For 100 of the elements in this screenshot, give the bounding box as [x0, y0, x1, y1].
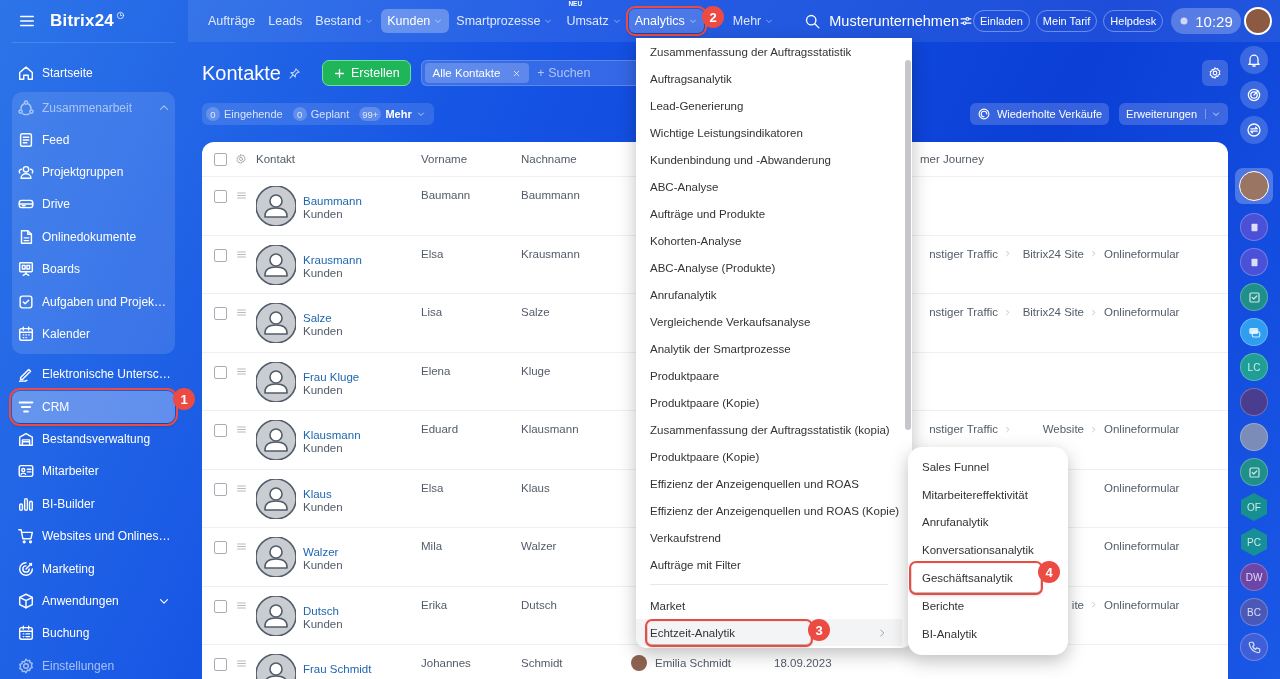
contact-link[interactable]: Dutsch	[303, 604, 343, 617]
nav-tab[interactable]: Aufträge	[202, 9, 262, 33]
row-checkbox[interactable]	[214, 248, 227, 262]
menu-item[interactable]: Kundenbindung und -Abwanderung	[636, 146, 835, 173]
menu-item[interactable]: Produktpaare (Kopie)	[636, 443, 764, 470]
chat-item[interactable]: OF	[1241, 493, 1267, 521]
scrollbar-thumb[interactable]	[905, 60, 911, 430]
row-checkbox[interactable]	[214, 541, 227, 554]
row-checkbox[interactable]	[214, 307, 227, 320]
contact-link[interactable]: Salze	[303, 312, 343, 324]
company-name[interactable]: Musterunternehmen	[829, 13, 960, 29]
contact-link[interactable]: Krausmann	[303, 253, 362, 266]
menu-item[interactable]: Mitarbeitereffektivität	[912, 480, 1030, 509]
menu-item[interactable]: Lead-Generierung	[636, 92, 748, 119]
filter-chip[interactable]: Alle Kontakte	[424, 63, 530, 83]
menu-item[interactable]: Produktpaare (Kopie)	[636, 389, 764, 416]
chat-item[interactable]: PC	[1241, 528, 1267, 556]
sidebar-item[interactable]: Elektronische Untersc…	[12, 358, 175, 391]
extensions-button[interactable]: Erweiterungen	[1119, 103, 1228, 125]
user-avatar-icon	[256, 537, 296, 577]
responsible-name[interactable]: Emilia Schmidt	[655, 655, 732, 669]
menu-item[interactable]: Aufträge und Produkte	[636, 200, 770, 227]
chat-item[interactable]: BC	[1240, 598, 1268, 626]
contact-link[interactable]: Klaus	[303, 487, 343, 500]
contact-link[interactable]: Klausmann	[303, 429, 361, 441]
menu-item[interactable]: Geschäftsanalytik	[912, 564, 1040, 592]
user-avatar[interactable]	[1243, 7, 1272, 35]
contact-link[interactable]: Frau Kluge	[303, 370, 360, 383]
column-header[interactable]: Vorname	[415, 142, 515, 176]
group-chat-item[interactable]	[1240, 423, 1268, 451]
nav-tab[interactable]: Smartprozesse	[450, 9, 560, 33]
chat-item[interactable]	[1240, 283, 1268, 311]
notification-button[interactable]	[1240, 46, 1268, 74]
sidebar-item[interactable]: Marketing	[12, 552, 175, 585]
repeat-sales-button[interactable]: Wiederholte Verkäufe	[969, 103, 1110, 125]
menu-item[interactable]: Konversationsanalytik	[912, 536, 1036, 565]
menu-item[interactable]: Aufträge mit Filter	[636, 551, 745, 578]
table-cell-text: Elena	[420, 363, 452, 379]
counter-item[interactable]: 0 Eingehende	[206, 107, 283, 121]
menu-item[interactable]: ABC-Analyse	[636, 173, 723, 200]
counter-item[interactable]: 99+ Mehr	[359, 107, 426, 121]
switch-button[interactable]	[1240, 116, 1268, 144]
menu-item[interactable]: Zusammenfassung der Auftragsstatistik (kopia)	[636, 416, 894, 443]
row-checkbox[interactable]	[214, 658, 227, 671]
row-checkbox[interactable]	[214, 190, 227, 203]
chat-item[interactable]	[1240, 633, 1268, 661]
chat-item[interactable]	[1240, 318, 1268, 346]
sidebar-item[interactable]: Startseite	[12, 57, 175, 90]
settings-button[interactable]	[1202, 60, 1228, 86]
sidebar-item[interactable]: Aufgaben und Projek…	[12, 285, 175, 318]
menu-item[interactable]: Effizienz der Anzeigenquellen und ROAS	[636, 470, 863, 497]
sidebar-item[interactable]: Feed	[12, 123, 175, 156]
sidebar-item[interactable]: Projektgruppen	[12, 155, 175, 189]
menu-item[interactable]: Anrufanalytik	[636, 281, 721, 308]
menu-item[interactable]: Sales Funnel	[912, 453, 992, 481]
menu-item[interactable]: Produktpaare	[636, 362, 724, 389]
row-checkbox[interactable]	[214, 365, 227, 379]
menu-item[interactable]: Market	[636, 592, 690, 619]
menu-item[interactable]: BI-Analytik	[912, 619, 979, 648]
sidebar-item[interactable]: Drive	[12, 188, 175, 221]
counter-item[interactable]: 0 Geplant	[292, 107, 350, 121]
chat-item[interactable]	[1235, 168, 1273, 204]
select-all-checkbox[interactable]	[214, 152, 227, 166]
menu-item[interactable]: Analytik der Smartprozesse	[636, 335, 795, 362]
menu-item[interactable]: Berichte	[912, 592, 967, 620]
menu-item[interactable]: ABC-Analyse (Produkte)	[636, 254, 780, 281]
column-header[interactable]: Kontakt	[250, 142, 415, 176]
row-checkbox[interactable]	[214, 482, 227, 496]
contact-link[interactable]: Baummann	[303, 195, 362, 207]
column-header[interactable]: mer Journey	[914, 142, 1228, 176]
menu-item[interactable]: Anrufanalytik	[912, 508, 991, 537]
nav-tab[interactable]: Bestand	[309, 9, 381, 33]
nav-tab[interactable]: Mehr	[726, 9, 781, 33]
row-checkbox[interactable]	[214, 424, 227, 437]
menu-item[interactable]: Effizienz der Anzeigenquellen und ROAS (Kopie)	[636, 497, 904, 524]
contact-link[interactable]: Walzer	[303, 546, 343, 558]
sidebar-item[interactable]: Bestandsverwaltung	[12, 422, 175, 456]
menu-item[interactable]: Kohorten-Analyse	[636, 227, 746, 254]
sidebar-item[interactable]: Mitarbeiter	[12, 455, 175, 488]
sidebar-item[interactable]: Anwendungen	[12, 584, 175, 618]
menu-item[interactable]: Vergleichende Verkaufsanalyse	[636, 308, 815, 335]
sidebar-item[interactable]: Websites und Onlines…	[12, 520, 175, 553]
time-button[interactable]: 10:29	[1171, 8, 1241, 34]
nav-tab[interactable]: Analytics	[628, 9, 704, 33]
nav-tab[interactable]: Leads	[262, 9, 309, 33]
chat-item[interactable]	[1240, 248, 1268, 276]
menu-item[interactable]: Wichtige Leistungsindikatoren	[636, 119, 807, 146]
column-header[interactable]: Nachname	[515, 142, 625, 176]
chat-item[interactable]	[1240, 213, 1268, 241]
radar-button[interactable]	[1240, 81, 1268, 109]
sidebar-item[interactable]: Kalender	[12, 317, 175, 351]
chat-item[interactable]: DW	[1240, 563, 1268, 591]
contact-link[interactable]: Frau Schmidt	[303, 663, 372, 675]
sidebar-item[interactable]: BI-Builder	[12, 487, 175, 521]
menu-item[interactable]: Verkaufstrend	[636, 524, 725, 551]
sidebar-item[interactable]: Boards	[12, 252, 175, 286]
sidebar-item[interactable]: Buchung	[12, 617, 175, 650]
row-checkbox[interactable]	[214, 599, 227, 613]
chat-item[interactable]	[1240, 458, 1268, 486]
sidebar-item[interactable]: Onlinedokumente	[12, 220, 175, 253]
